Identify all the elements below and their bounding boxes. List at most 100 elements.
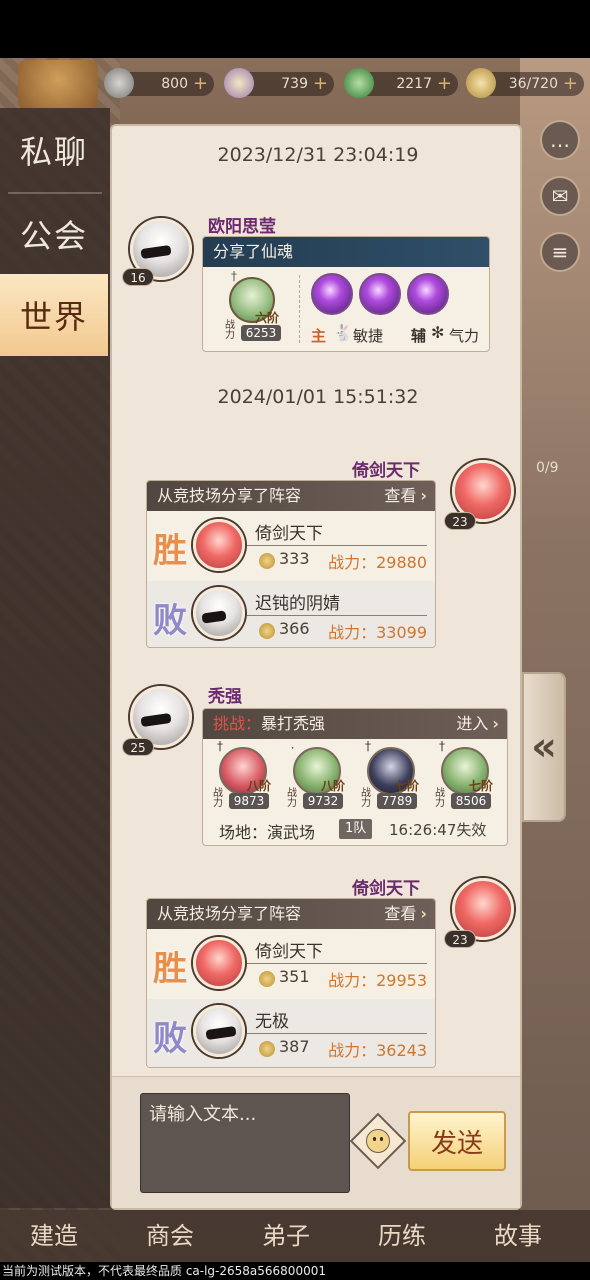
sender-name[interactable]: 秃强 [208, 682, 242, 707]
nav-disciples[interactable]: 弟子 [262, 1216, 310, 1251]
arena-lineup-card[interactable]: 从竞技场分享了阵容 查看 › 胜 倚剑天下 333 战力：29880 败 迟钝的阴… [146, 480, 436, 648]
menu-icon[interactable]: ≡ [540, 232, 580, 272]
team-badge: 1队 [339, 819, 373, 839]
send-button[interactable]: 发送 [408, 1111, 506, 1171]
avatar[interactable] [193, 1005, 245, 1057]
game-logo-icon [18, 60, 98, 110]
player-name: 倚剑天下 [255, 524, 323, 544]
player-name: 无极 [255, 1012, 289, 1032]
hero-stage: 八阶 [321, 779, 346, 793]
skill-icon[interactable] [359, 273, 401, 315]
challenge-title: 暴打秃强 [261, 714, 326, 733]
avatar[interactable] [193, 519, 245, 571]
level-badge: 23 [444, 930, 476, 948]
collapse-panel-button[interactable]: « [522, 672, 566, 822]
chevron-right-icon: › [420, 486, 427, 505]
nav-training[interactable]: 历练 [378, 1216, 426, 1251]
sender-name[interactable]: 倚剑天下 [352, 456, 420, 481]
skill-icon[interactable] [311, 273, 353, 315]
card-header: 从竞技场分享了阵容 查看 › [147, 481, 435, 511]
mail-icon[interactable]: ✉ [540, 176, 580, 216]
side-counter: 0/9 [536, 460, 559, 476]
divider [299, 275, 300, 343]
winner-row[interactable]: 胜 倚剑天下 333 战力：29880 [147, 511, 435, 583]
lose-glyph: 败 [153, 1019, 187, 1059]
avatar[interactable] [193, 587, 245, 639]
level-badge: 16 [122, 268, 154, 286]
strength-icon: ✻ [431, 323, 445, 342]
add-icon[interactable]: + [437, 72, 452, 96]
nav-commerce[interactable]: 商会 [146, 1216, 194, 1251]
main-attribute: 敏捷 [353, 327, 384, 345]
add-icon[interactable]: + [193, 72, 208, 96]
chat-input-box[interactable] [140, 1093, 350, 1193]
winner-row[interactable]: 胜 倚剑天下 351 战力：29953 [147, 929, 435, 1001]
divider [247, 1033, 427, 1034]
power-label: 战力 [435, 788, 445, 809]
player-power: 战力：29880 [328, 553, 427, 572]
sender-name[interactable]: 欧阳思莹 [208, 212, 276, 237]
silver-coin-icon [104, 68, 134, 98]
card-header: 分享了仙魂 [203, 237, 489, 267]
arena-lineup-card[interactable]: 从竞技场分享了阵容 查看 › 胜 倚剑天下 351 战力：29953 败 无极 3… [146, 898, 436, 1068]
divider [247, 963, 427, 964]
resource-jade[interactable]: 2217 + [344, 68, 458, 98]
gourd-icon: ⸱ [291, 741, 295, 755]
spirit-icon [224, 68, 254, 98]
smiley-icon[interactable] [366, 1129, 390, 1153]
loser-row[interactable]: 败 无极 387 战力：36243 [147, 999, 435, 1067]
points-icon [259, 971, 275, 987]
screen: 800 + 739 + 2217 + 36/720 + 私聊 公会 世界 … ✉ ≡ 0… [0, 0, 590, 1280]
hero-stage: 七阶 [469, 779, 494, 793]
resource-spirit[interactable]: 739 + [224, 68, 334, 98]
resource-silver[interactable]: 800 + [104, 68, 214, 98]
nav-build[interactable]: 建造 [30, 1216, 78, 1251]
tab-private[interactable]: 私聊 [0, 110, 108, 190]
aux-label: 辅 [411, 327, 427, 345]
tab-world[interactable]: 世界 [0, 274, 108, 356]
chevron-right-icon: › [420, 904, 427, 923]
hero-power: 6253 [241, 325, 281, 341]
challenge-card[interactable]: 挑战：暴打秃强 进入 › † 八阶 战力 9873 ⸱ 八阶 战力 9732 † … [202, 708, 508, 846]
hero-stage: 七阶 [395, 779, 420, 793]
jade-icon [344, 68, 374, 98]
sword-icon: † [217, 739, 223, 753]
player-name: 倚剑天下 [255, 942, 323, 962]
resource-food[interactable]: 36/720 + [466, 68, 584, 98]
win-glyph: 胜 [153, 531, 187, 571]
hero-stage: 八阶 [247, 779, 272, 793]
add-icon[interactable]: + [313, 72, 328, 96]
card-title: 从竞技场分享了阵容 [157, 904, 302, 923]
card-title: 挑战：暴打秃强 [213, 709, 325, 739]
eyepatch-icon [201, 610, 227, 624]
challenge-label: 挑战： [213, 714, 262, 733]
chat-bubble-icon[interactable]: … [540, 120, 580, 160]
view-button[interactable]: 查看 › [384, 481, 427, 511]
hero-power: 7789 [377, 793, 417, 809]
eyepatch-icon [140, 244, 172, 260]
player-points: 351 [279, 967, 310, 986]
player-power: 战力：29953 [328, 971, 427, 990]
nav-story[interactable]: 故事 [494, 1216, 542, 1251]
message-timestamp: 2023/12/31 23:04:19 [217, 144, 419, 166]
level-badge: 25 [122, 738, 154, 756]
sender-name[interactable]: 倚剑天下 [352, 874, 420, 899]
power-label: 战力 [287, 788, 297, 809]
loser-row[interactable]: 败 迟钝的阴婧 366 战力：33099 [147, 581, 435, 647]
sword-icon: † [231, 269, 237, 283]
main-label: 主 [311, 327, 327, 345]
soul-share-card[interactable]: 分享了仙魂 † 六阶 战力 6253 主 🐇 敏捷 辅 ✻ 气力 [202, 236, 490, 352]
view-button[interactable]: 查看 › [384, 899, 427, 929]
points-icon [259, 553, 275, 569]
avatar[interactable] [193, 937, 245, 989]
player-points: 387 [279, 1037, 310, 1056]
chat-panel[interactable]: 2023/12/31 23:04:19 16 欧阳思莹 分享了仙魂 † 六阶 战… [110, 124, 522, 1210]
chat-input[interactable] [141, 1094, 349, 1134]
skill-icon[interactable] [407, 273, 449, 315]
enter-button[interactable]: 进入 › [456, 709, 499, 739]
hero-power: 9873 [229, 793, 269, 809]
add-icon[interactable]: + [563, 72, 578, 96]
tab-guild[interactable]: 公会 [0, 194, 108, 274]
player-points: 366 [279, 619, 310, 638]
hero-power: 8506 [451, 793, 491, 809]
